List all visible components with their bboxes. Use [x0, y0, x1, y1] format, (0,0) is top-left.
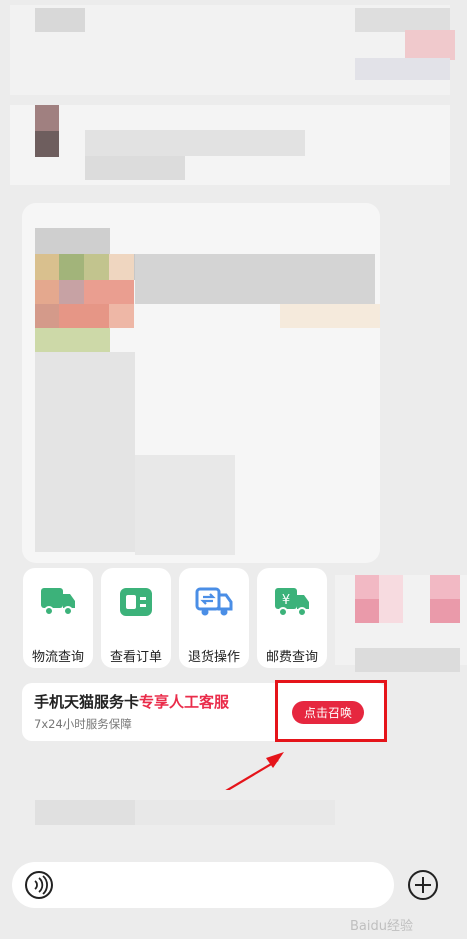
add-icon[interactable]: [406, 868, 440, 902]
voice-icon[interactable]: [24, 870, 54, 900]
watermark: Baidu经验: [350, 919, 413, 934]
message-input-bar[interactable]: [12, 862, 394, 908]
